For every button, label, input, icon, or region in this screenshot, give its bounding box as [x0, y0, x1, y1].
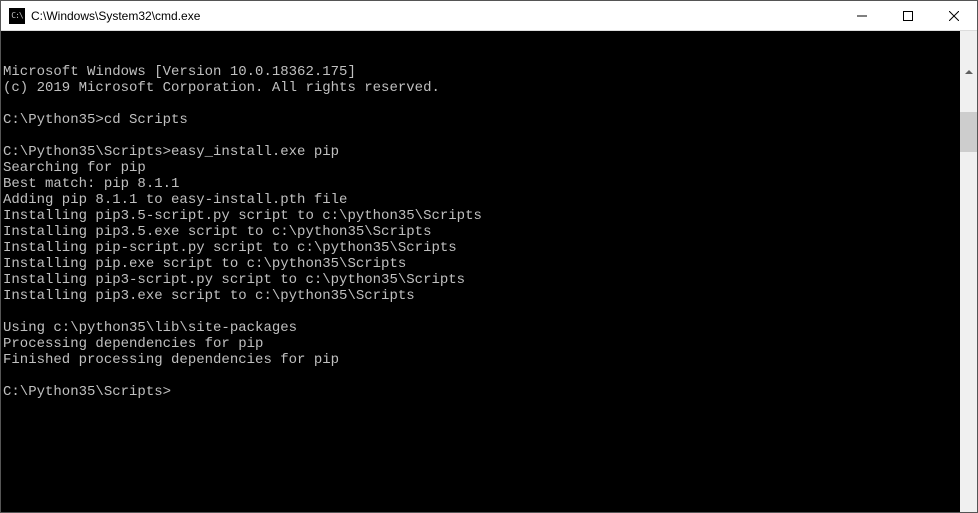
terminal-line: Best match: pip 8.1.1 — [3, 176, 960, 192]
terminal-line: Finished processing dependencies for pip — [3, 352, 960, 368]
terminal-line — [3, 368, 960, 384]
window-title: C:\Windows\System32\cmd.exe — [31, 9, 839, 23]
scrollbar[interactable] — [960, 31, 977, 512]
terminal-line: Processing dependencies for pip — [3, 336, 960, 352]
minimize-icon — [857, 11, 867, 21]
terminal-line: Installing pip.exe script to c:\python35… — [3, 256, 960, 272]
terminal-line — [3, 128, 960, 144]
scroll-track[interactable] — [960, 112, 977, 512]
terminal-line — [3, 304, 960, 320]
window-controls — [839, 1, 977, 30]
maximize-button[interactable] — [885, 1, 931, 30]
terminal-line: (c) 2019 Microsoft Corporation. All righ… — [3, 80, 960, 96]
maximize-icon — [903, 11, 913, 21]
close-icon — [949, 11, 959, 21]
terminal-line — [3, 96, 960, 112]
terminal-content[interactable]: Microsoft Windows [Version 10.0.18362.17… — [1, 63, 960, 512]
cmd-icon-text: C:\ — [11, 11, 22, 20]
close-button[interactable] — [931, 1, 977, 30]
terminal-line: Installing pip3-script.py script to c:\p… — [3, 272, 960, 288]
minimize-button[interactable] — [839, 1, 885, 30]
terminal-line: C:\Python35\Scripts> — [3, 384, 960, 400]
terminal-line: Installing pip3.exe script to c:\python3… — [3, 288, 960, 304]
terminal-line: C:\Python35\Scripts>easy_install.exe pip — [3, 144, 960, 160]
terminal-line: Microsoft Windows [Version 10.0.18362.17… — [3, 64, 960, 80]
terminal-line: C:\Python35>cd Scripts — [3, 112, 960, 128]
scroll-thumb[interactable] — [960, 112, 977, 152]
terminal-line: Installing pip3.5.exe script to c:\pytho… — [3, 224, 960, 240]
titlebar: C:\ C:\Windows\System32\cmd.exe — [1, 1, 977, 31]
terminal[interactable]: Microsoft Windows [Version 10.0.18362.17… — [1, 31, 977, 512]
terminal-line: Installing pip3.5-script.py script to c:… — [3, 208, 960, 224]
terminal-line: Using c:\python35\lib\site-packages — [3, 320, 960, 336]
cmd-icon: C:\ — [9, 8, 25, 24]
terminal-line: Adding pip 8.1.1 to easy-install.pth fil… — [3, 192, 960, 208]
terminal-line: Installing pip-script.py script to c:\py… — [3, 240, 960, 256]
terminal-line: Searching for pip — [3, 160, 960, 176]
scroll-up-button[interactable] — [960, 63, 977, 80]
chevron-up-icon — [965, 70, 973, 74]
